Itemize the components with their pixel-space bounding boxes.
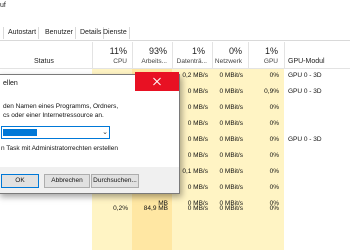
cpu-cell: 0,2% [113,205,128,212]
close-icon[interactable] [135,72,179,91]
menu-bar: uf [0,0,350,13]
column-memory[interactable]: Arbeits... [133,58,167,65]
tab-autostart[interactable]: Autostart [6,27,40,39]
column-gpu[interactable]: GPU [248,58,278,65]
tab-edge[interactable] [0,27,4,39]
column-disk[interactable]: Datenträ... [173,58,207,65]
column-cpu[interactable]: CPU [95,58,127,65]
network-cell: 0 MBit/s [219,120,243,127]
gpu-cell: 0,9% [264,88,279,95]
gpu-cell: 0% [269,205,279,212]
memory-cell: 84,9 MB [143,205,168,212]
network-cell: 0 MBit/s [219,104,243,111]
column-divider [92,42,93,68]
gpu-engine-cell: GPU 0 - 3D [288,136,322,143]
tab-bar: Autostart Benutzer Details Dienste [0,27,350,41]
gpu-cell: 0% [269,136,279,143]
cpu-percent: 11% [109,46,127,56]
gpu-cell: 0% [269,168,279,175]
gpu-cell: 0% [269,184,279,191]
gpu-engine-cell: GPU 0 - 3D [288,88,322,95]
chevron-down-icon[interactable]: ⌄ [102,128,108,137]
gpu-cell: 0% [269,120,279,127]
gpu-cell: 0% [269,152,279,159]
admin-task-note: n Task mit Administratorrechten erstelle… [1,145,118,152]
network-cell: 0 MBit/s [219,72,243,79]
menu-item[interactable]: uf [0,2,6,9]
gpu-percent: 1% [264,46,278,56]
network-cell: 0 MBit/s [219,168,243,175]
selected-text-highlight [3,129,37,136]
column-divider [132,42,133,68]
table-row[interactable]: 0,2% 84,9 MB 0 MB/s 0 MBit/s 0% [0,201,350,217]
tab-benutzer[interactable]: Benutzer [43,27,77,39]
column-divider [172,42,173,68]
gpu-engine-cell: GPU 0 - 3D [288,72,322,79]
network-cell: 0 MBit/s [219,184,243,191]
net-percent: 0% [228,46,242,56]
network-cell: 0 MBit/s [219,205,243,212]
column-divider [212,42,213,68]
gpu-cell: 0% [269,104,279,111]
mem-percent: 93% [148,46,167,56]
run-dialog: ellen den Namen eines Programms, Ordners… [0,72,180,194]
dialog-title: ellen [3,80,18,87]
gpu-cell: 0% [269,72,279,79]
cancel-button[interactable]: Abbrechen [44,174,90,188]
disk-percent: 1% [191,46,205,56]
column-gpu-engine[interactable]: GPU-Modul [288,58,325,65]
network-cell: 0 MBit/s [219,88,243,95]
ok-button[interactable]: OK [1,174,39,188]
column-network[interactable]: Netzwerk [212,58,242,65]
network-cell: 0 MBit/s [219,136,243,143]
dialog-description-line1: den Namen eines Programms, Ordners, [3,103,119,110]
open-combobox[interactable]: ⌄ [1,126,110,139]
column-divider [284,42,285,68]
dialog-footer: OK Abbrechen Durchsuchen... [0,167,179,193]
tab-dienste[interactable]: Dienste [101,27,130,39]
column-status[interactable]: Status [34,58,54,65]
column-divider [248,42,249,68]
browse-button[interactable]: Durchsuchen... [91,174,139,188]
disk-cell: 0 MB/s [187,205,208,212]
network-cell: 0 MBit/s [219,152,243,159]
dialog-description-line2: cs oder einer Internetressource an. [3,112,104,119]
